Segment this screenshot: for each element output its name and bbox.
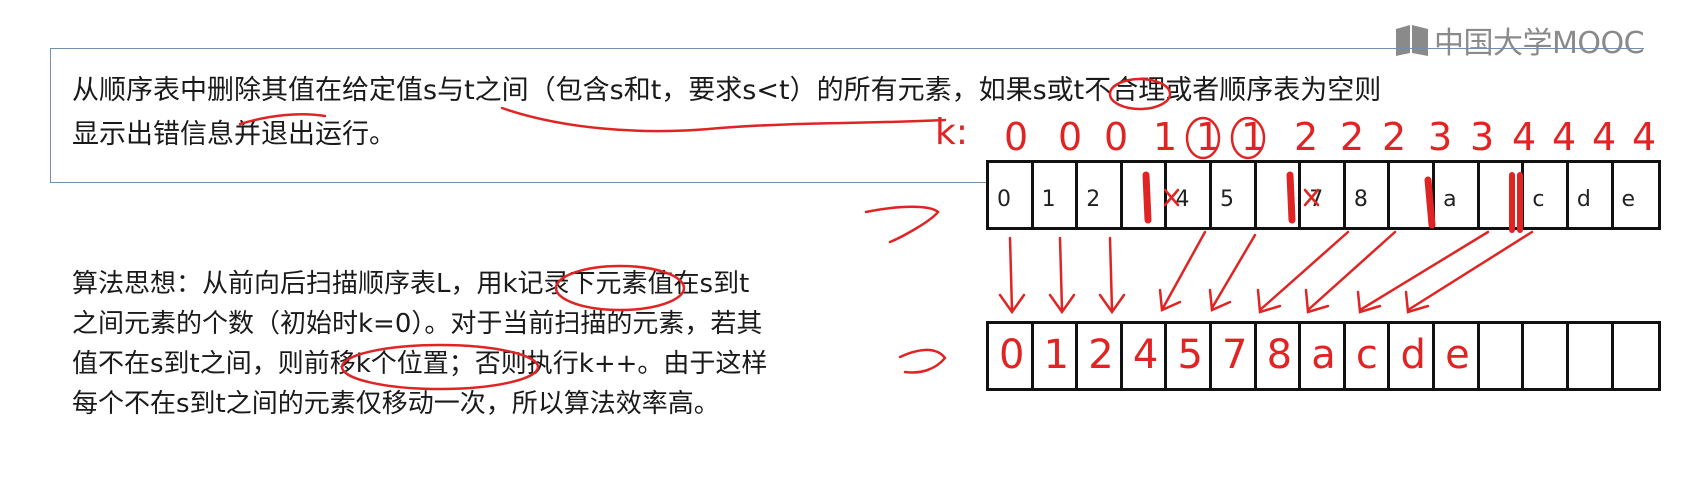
underline-mark xyxy=(238,113,327,126)
handwritten-annotations xyxy=(238,77,1534,391)
underline-squiggle xyxy=(500,106,947,133)
